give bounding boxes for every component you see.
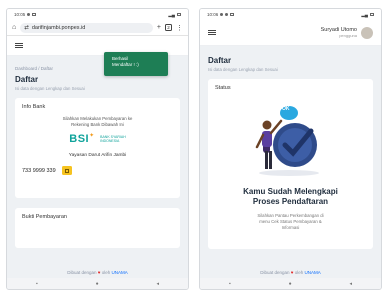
- completion-heading: Kamu Sudah Melengkapi Proses Pendaftaran: [243, 187, 338, 206]
- success-illustration: [255, 106, 319, 176]
- signal-icon: ▂▄: [168, 11, 175, 17]
- url-text: darifinjambi.ponpes.id: [31, 24, 86, 31]
- back-icon[interactable]: ◂: [157, 281, 160, 287]
- gallery-icon: [230, 13, 235, 16]
- battery-icon: [177, 13, 181, 16]
- page-subtitle: Isi data dengan Lengkap dan Sesuai: [15, 86, 85, 91]
- clock: 10:06: [207, 12, 219, 17]
- phone-screen-left: 10:05 ▂▄ ⌂ ⇄ darifinjambi.ponpes.id + 2 …: [6, 8, 189, 290]
- success-toast: Berhasil Mendaftar ! :): [104, 52, 168, 76]
- recents-icon[interactable]: ▪: [36, 281, 38, 287]
- account-holder: Yayasan Darut Arifin Jambi: [68, 153, 127, 158]
- notification-icon: [225, 13, 229, 16]
- browser-toolbar: ⌂ ⇄ darifinjambi.ponpes.id + 2 ⋮: [7, 20, 188, 36]
- page-footer: Dibuat dengan ♥ oleh UNAMA: [67, 270, 128, 275]
- signal-icon: ▂▄: [361, 11, 368, 17]
- menu-icon[interactable]: [15, 42, 23, 49]
- heart-icon: ♥: [290, 270, 294, 275]
- status-card: Status OK Kamu Sudah Melengkapi Proses P…: [208, 79, 373, 249]
- app-header: Suryadi Utomo pengguna: [200, 20, 381, 46]
- android-nav-bar: ▪ ● ◂: [7, 278, 188, 289]
- site-settings-icon[interactable]: ⇄: [24, 25, 29, 31]
- status-bar: 10:06 ▂▄: [200, 9, 381, 20]
- tab-switcher-button[interactable]: 2: [165, 24, 172, 31]
- battery-icon: [370, 13, 374, 16]
- phone-screen-right: 10:06 ▂▄ Suryadi Utomo pengguna Daftar I…: [199, 8, 382, 290]
- status-bar: 10:05 ▂▄: [7, 9, 188, 20]
- card-title: Info Bank: [22, 104, 46, 110]
- back-icon[interactable]: ◂: [350, 281, 353, 287]
- bsi-logo: BSI ✦ BANK SYARIAH INDONESIA: [69, 132, 126, 146]
- notification-icon: [27, 13, 31, 16]
- user-role: pengguna: [339, 33, 357, 38]
- url-bar[interactable]: ⇄ darifinjambi.ponpes.id: [20, 22, 153, 33]
- page-title: Daftar: [208, 56, 232, 65]
- bank-info-card: Info Bank Silahkan Melakukan Pembayaran …: [15, 98, 180, 198]
- page-title: Daftar: [15, 75, 39, 84]
- heart-icon: ♥: [97, 270, 101, 275]
- clock: 10:05: [14, 12, 26, 17]
- payment-proof-card: Bukti Pembayaran: [15, 208, 180, 248]
- footer-brand-link[interactable]: UNAMA: [305, 270, 321, 275]
- payment-instruction: Silahkan Melakukan Pembayaran ke Rekenin…: [62, 116, 133, 127]
- star-icon: ✦: [89, 132, 95, 139]
- account-number: 733 9999 339: [22, 167, 56, 174]
- ok-badge: OK: [282, 106, 290, 112]
- android-nav-bar: ▪ ● ◂: [200, 278, 381, 289]
- page-subtitle: Isi data dengan Lengkap dan Sesuai: [208, 67, 278, 72]
- footer-brand-link[interactable]: UNAMA: [112, 270, 128, 275]
- recents-icon[interactable]: ▪: [229, 281, 231, 287]
- card-title: Status: [215, 85, 231, 91]
- completion-description: Silahkan Pantau Perkembangan di menu Cek…: [257, 213, 324, 230]
- menu-icon[interactable]: [208, 29, 216, 36]
- notification-icon: [220, 13, 224, 16]
- card-title: Bukti Pembayaran: [22, 214, 67, 220]
- home-icon[interactable]: ⌂: [12, 24, 16, 31]
- page-footer: Dibuat dengan ♥ oleh UNAMA: [260, 270, 321, 275]
- new-tab-icon[interactable]: +: [157, 24, 161, 31]
- home-button-icon[interactable]: ●: [96, 281, 99, 287]
- copy-icon: [64, 168, 69, 173]
- avatar[interactable]: [361, 26, 373, 39]
- copy-button[interactable]: [61, 166, 72, 175]
- gallery-icon: [32, 13, 37, 16]
- home-button-icon[interactable]: ●: [289, 281, 292, 287]
- user-profile[interactable]: Suryadi Utomo pengguna: [321, 26, 373, 39]
- more-menu-icon[interactable]: ⋮: [176, 24, 183, 32]
